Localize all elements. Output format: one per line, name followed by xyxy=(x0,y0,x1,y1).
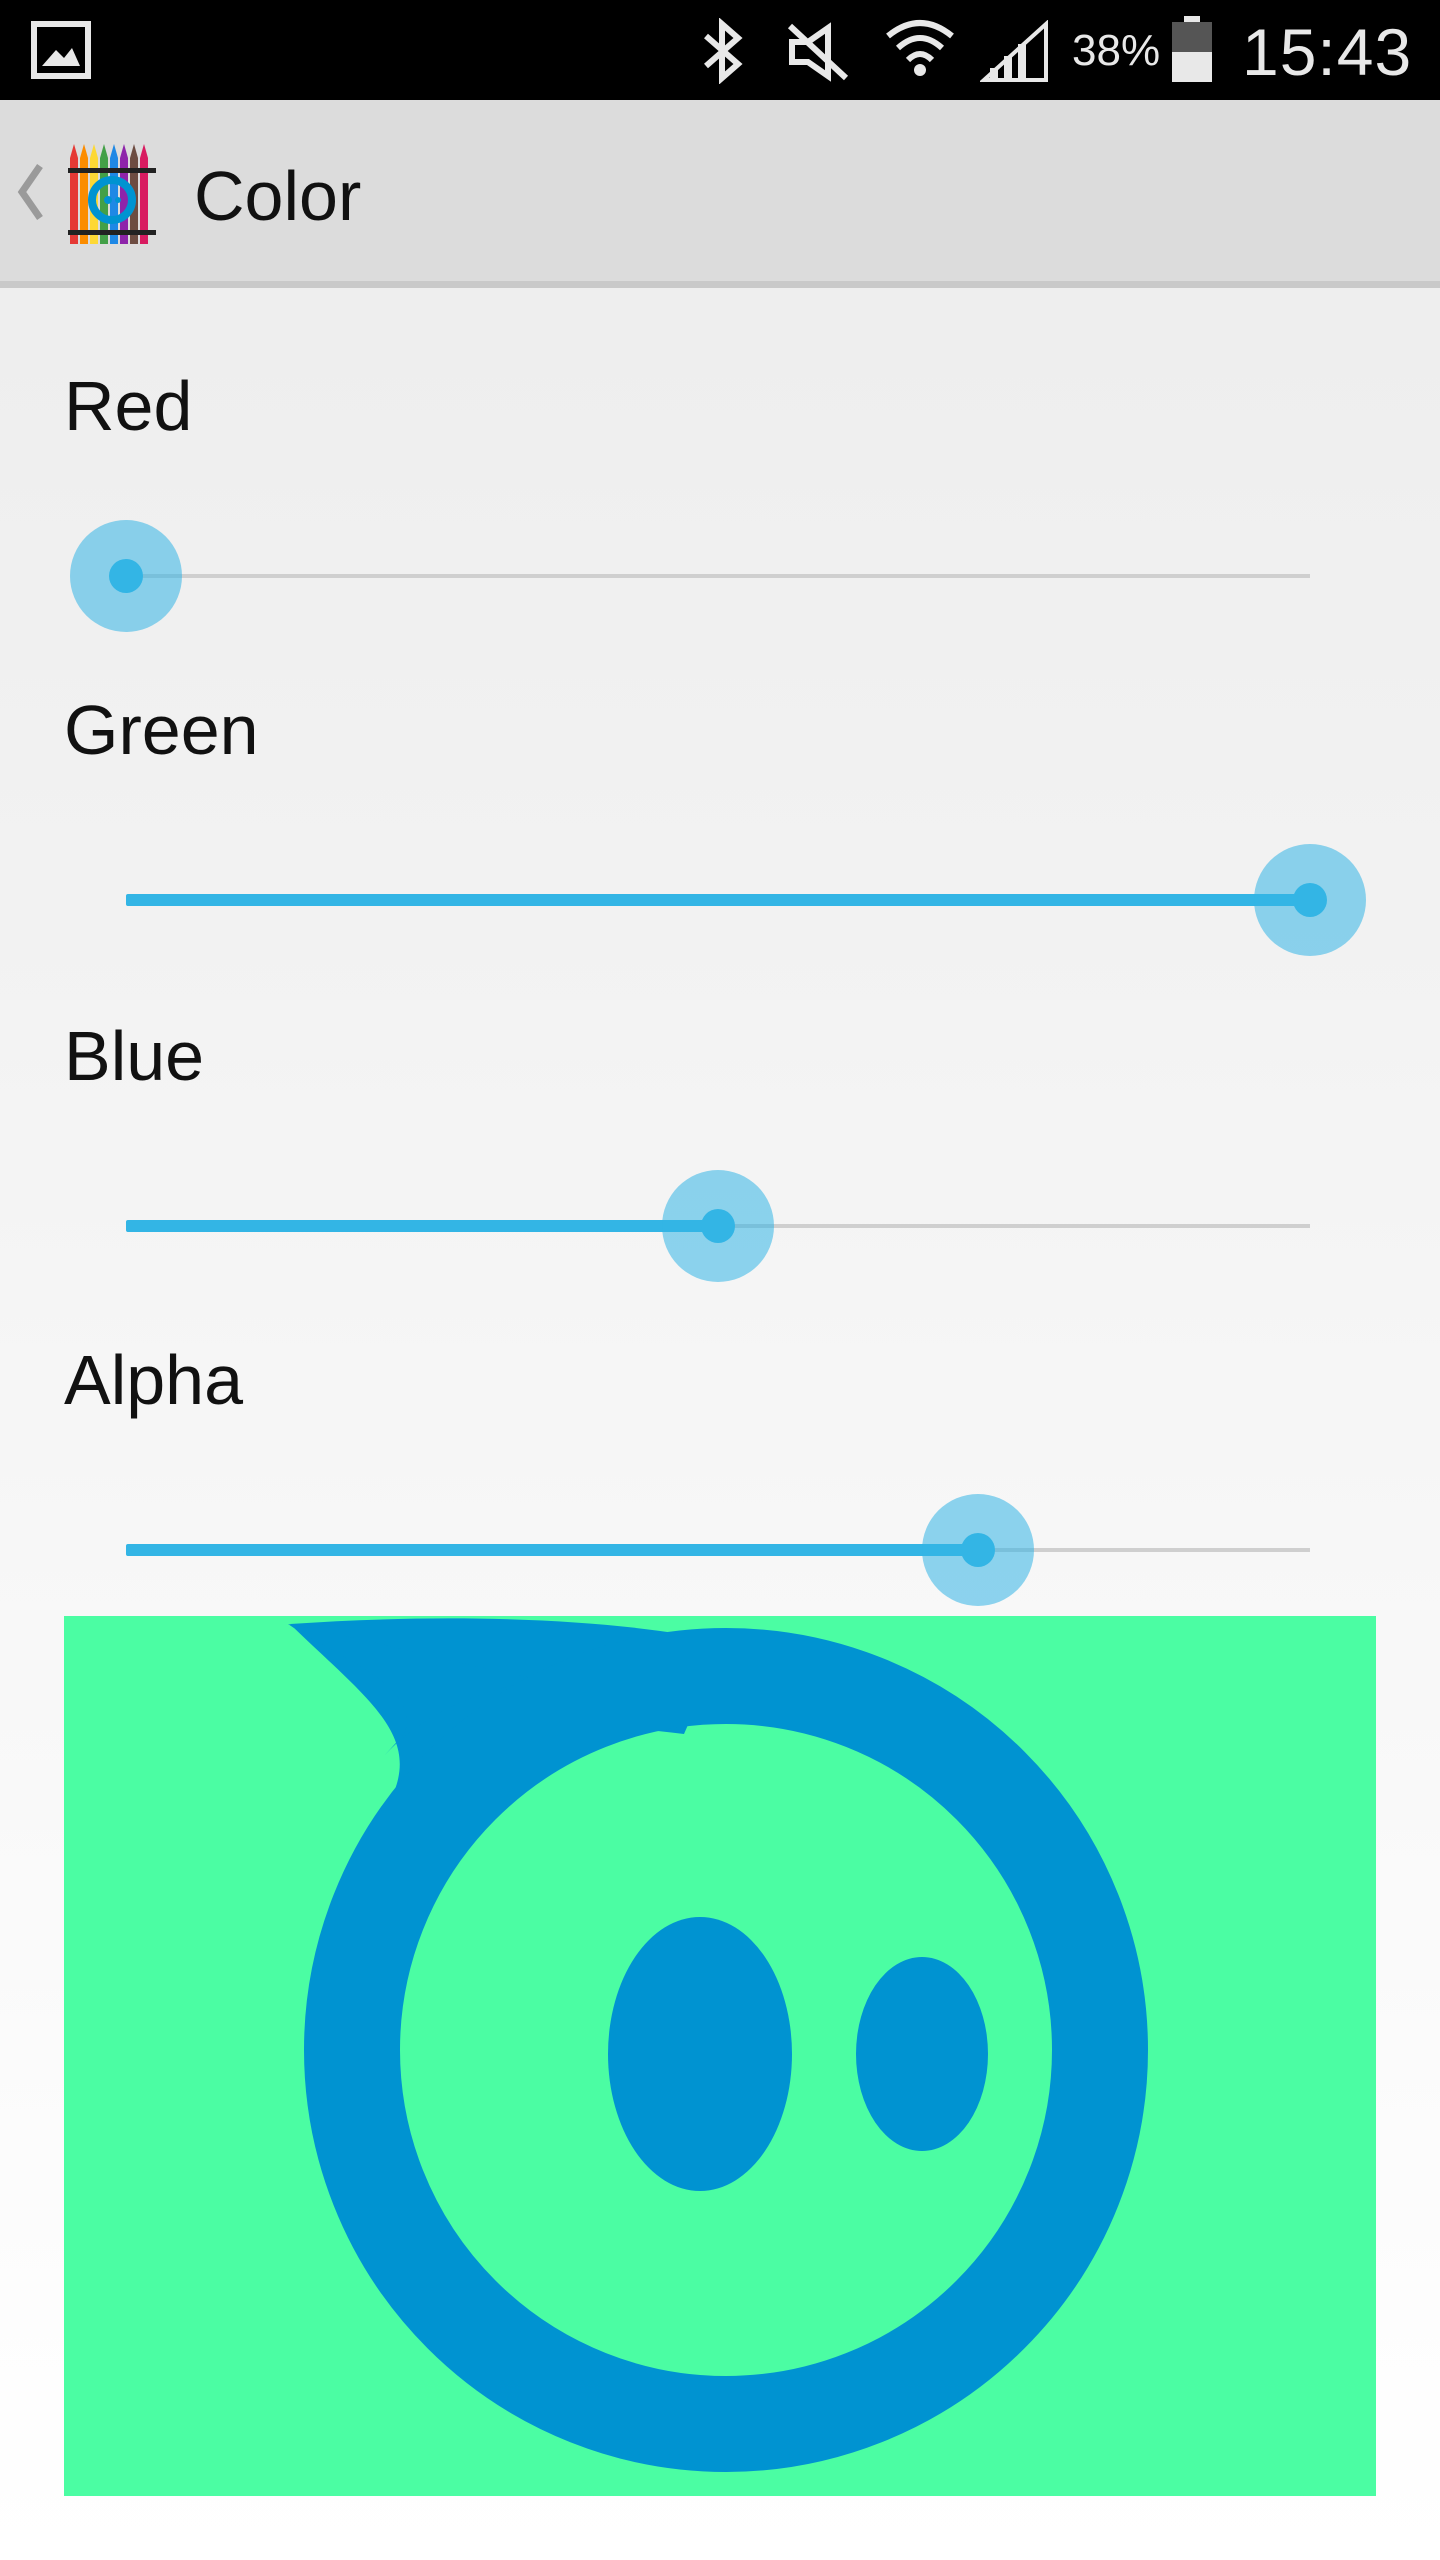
slider-thumb-dot xyxy=(1293,883,1327,917)
blue-slider[interactable] xyxy=(62,1166,1382,1286)
page-title: Color xyxy=(194,157,362,235)
gallery-icon xyxy=(31,21,91,79)
red-slider[interactable] xyxy=(62,516,1382,636)
battery-percent: 38% xyxy=(1072,26,1161,75)
wifi-icon xyxy=(886,20,954,76)
slider-thumb-dot xyxy=(961,1533,996,1567)
slider-thumb[interactable] xyxy=(70,520,182,632)
sphero-face-icon xyxy=(288,1618,1148,2472)
slider-label-alpha: Alpha xyxy=(64,1341,244,1419)
slider-label-blue: Blue xyxy=(64,1017,205,1095)
color-preview xyxy=(64,1616,1376,2496)
slider-thumb[interactable] xyxy=(922,1494,1035,1606)
battery-icon xyxy=(1172,16,1212,82)
slider-thumb[interactable] xyxy=(1254,844,1366,956)
status-bar: 38% 15:43 xyxy=(0,0,1440,100)
slider-track xyxy=(126,574,1310,578)
alpha-slider[interactable] xyxy=(62,1490,1382,1610)
bluetooth-icon xyxy=(704,18,743,84)
crayons-icon[interactable] xyxy=(68,142,156,246)
chevron-left-icon[interactable] xyxy=(14,160,44,224)
slider-label-green: Green xyxy=(64,691,259,769)
mute-icon xyxy=(787,22,849,82)
slider-label-red: Red xyxy=(64,367,193,445)
clock: 15:43 xyxy=(1242,15,1413,89)
signal-icon xyxy=(980,20,1048,82)
slider-thumb-dot xyxy=(109,559,143,593)
slider-progress xyxy=(126,1220,718,1232)
slider-progress xyxy=(126,894,1310,906)
slider-thumb-dot xyxy=(701,1209,735,1243)
slider-progress xyxy=(126,1544,979,1556)
action-bar: Color xyxy=(0,100,1440,288)
green-slider[interactable] xyxy=(62,840,1382,960)
slider-thumb[interactable] xyxy=(662,1170,774,1282)
